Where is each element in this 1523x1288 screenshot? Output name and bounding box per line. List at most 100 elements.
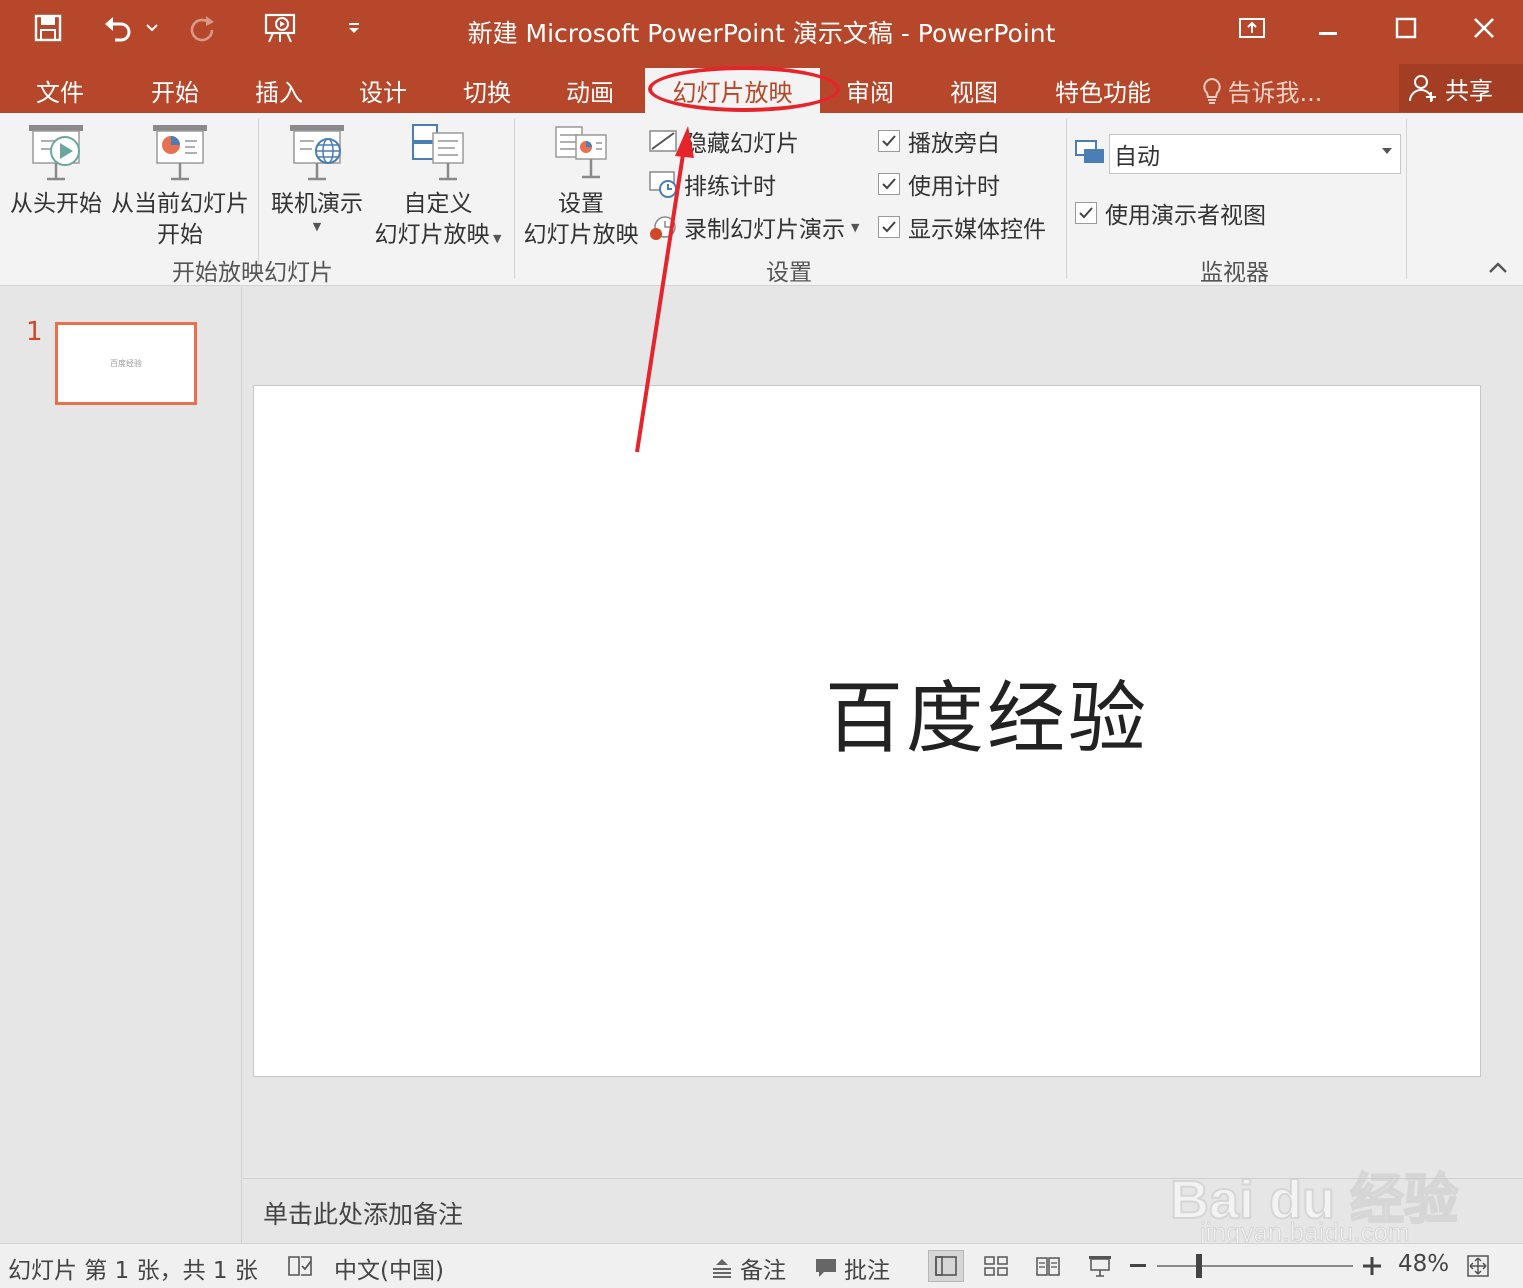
title-bar: 新建 Microsoft PowerPoint 演示文稿 - PowerPoin… [0,0,1523,60]
zoom-in-icon[interactable] [1360,1252,1384,1280]
from-current-slide-button[interactable]: 从当前幻灯片 开始 [108,121,252,251]
window-title: 新建 Microsoft PowerPoint 演示文稿 - PowerPoin… [467,19,1056,48]
chevron-down-icon: ▼ [312,220,322,233]
setup-label-line1: 设置 [558,191,604,217]
tab-transitions[interactable]: 切换 [445,68,529,113]
status-bar: 幻灯片 第 1 张，共 1 张 中文(中国) 备注 批注 48% [0,1243,1523,1288]
play-narrations-checkbox[interactable]: 播放旁白 [878,124,1000,158]
notes-button[interactable]: 备注 [710,1251,786,1285]
slide-counter: 幻灯片 第 1 张，共 1 张 [8,1258,258,1284]
maximize-icon[interactable] [1378,6,1434,50]
custom-slides-icon [407,121,469,189]
tab-design[interactable]: 设计 [341,68,425,113]
notes-placeholder: 单击此处添加备注 [263,1200,464,1229]
slide-thumbnail[interactable]: 百度经验 [55,322,197,405]
tab-special-features[interactable]: 特色功能 [1046,68,1160,113]
ribbon-separator [1406,119,1407,279]
custom-label-line1: 自定义 [403,191,473,217]
ribbon-separator [514,119,515,279]
presentation-globe-icon [286,121,348,189]
notes-icon [710,1257,734,1279]
use-timings-checkbox[interactable]: 使用计时 [878,167,1000,201]
presentation-play-icon [25,121,87,189]
ribbon: 从头开始 从当前幻灯片 开始 联机演示 ▼ 自定义 幻灯片放映 ▼ 开始放映幻灯… [0,113,1523,286]
presenter-view-checkbox[interactable]: 使用演示者视图 [1075,196,1266,230]
tab-insert[interactable]: 插入 [237,68,321,113]
from-beginning-button[interactable]: 从头开始 [4,121,108,220]
checkmark-icon [878,173,900,195]
slide-thumbnail-pane: 1 百度经验 [0,287,242,1243]
notes-label: 备注 [740,1258,786,1284]
reading-view-icon[interactable] [1032,1252,1064,1280]
tab-home[interactable]: 开始 [133,68,217,113]
chevron-down-icon: ▼ [489,232,502,245]
set-up-slide-show-button[interactable]: 设置 幻灯片放映 [520,121,642,251]
slide-canvas[interactable]: 百度经验 [253,385,1481,1077]
tab-file[interactable]: 文件 [18,68,102,113]
setup-show-icon [550,121,612,189]
close-icon[interactable] [1456,6,1512,50]
rehearse-timings-button[interactable]: 排练计时 [648,167,776,201]
share-label: 共享 [1445,76,1493,105]
monitor-icon [1074,139,1106,171]
normal-view-icon[interactable] [928,1250,964,1282]
present-online-label: 联机演示 [271,191,363,217]
from-current-label-line2: 开始 [157,222,203,248]
tell-me-search[interactable]: 告诉我... [1192,68,1332,113]
tell-me-label: 告诉我... [1227,79,1323,107]
checkmark-icon [878,216,900,238]
comment-icon [814,1257,838,1279]
tab-review[interactable]: 审阅 [828,68,912,113]
annotation-highlight-ellipse [648,66,840,112]
show-media-controls-checkbox[interactable]: 显示媒体控件 [878,210,1046,244]
use-timings-label: 使用计时 [908,174,1000,200]
zoom-slider-thumb[interactable] [1196,1254,1202,1278]
fit-to-window-icon[interactable] [1462,1252,1494,1280]
play-narrations-label: 播放旁白 [908,131,1000,157]
hide-slide-button[interactable]: 隐藏幻灯片 [648,124,799,158]
lightbulb-icon [1202,77,1222,105]
monitor-select[interactable]: 自动 [1109,134,1401,174]
share-button[interactable]: 共享 [1399,64,1523,112]
presenter-view-label: 使用演示者视图 [1105,203,1266,229]
baidu-watermark: Bai du 经验 jingyan.baidu.com [1169,1125,1500,1248]
zoom-out-icon[interactable] [1126,1252,1150,1280]
show-media-controls-label: 显示媒体控件 [908,217,1046,243]
record-label: 录制幻灯片演示 [684,217,845,243]
zoom-slider-track[interactable] [1157,1265,1353,1267]
share-person-icon [1407,72,1439,104]
thumbnail-number: 1 [26,317,43,347]
zoom-level[interactable]: 48% [1398,1251,1449,1277]
minimize-icon[interactable] [1300,6,1356,50]
language-indicator[interactable]: 中文(中国) [334,1251,444,1285]
present-online-button[interactable]: 联机演示 ▼ [266,121,368,233]
chevron-down-icon: ▼ [851,220,860,234]
checkmark-icon [1075,202,1097,224]
collapse-ribbon-icon[interactable] [1488,259,1512,279]
slide-show-view-icon[interactable] [1084,1252,1116,1280]
slide-title[interactable]: 百度经验 [254,656,1480,768]
setup-label-line2: 幻灯片放映 [523,222,639,248]
ribbon-display-options-icon[interactable] [1224,6,1280,50]
presentation-pie-icon [149,121,211,189]
spelling-check-icon[interactable] [284,1252,316,1280]
checkmark-icon [878,130,900,152]
group-label-start-slideshow: 开始放映幻灯片 [172,260,333,286]
thumbnail-text: 百度经验 [110,359,142,368]
rehearse-label: 排练计时 [684,174,776,200]
comments-label: 批注 [844,1258,890,1284]
custom-slide-show-button[interactable]: 自定义 幻灯片放映 ▼ [368,121,508,254]
record-slide-show-button[interactable]: 录制幻灯片演示 ▼ [648,210,859,244]
custom-label-line2: 幻灯片放映 ▼ [374,222,502,248]
group-label-setup: 设置 [766,260,812,286]
group-label-monitors: 监视器 [1200,260,1269,286]
comments-button[interactable]: 批注 [814,1251,890,1285]
monitor-select-value: 自动 [1114,144,1160,170]
rehearse-timer-icon [648,169,678,199]
from-beginning-label: 从头开始 [10,191,102,217]
hide-slide-icon [648,127,678,155]
slide-sorter-view-icon[interactable] [980,1252,1012,1280]
ribbon-separator [1066,119,1067,279]
tab-view[interactable]: 视图 [932,68,1016,113]
tab-animations[interactable]: 动画 [548,68,632,113]
